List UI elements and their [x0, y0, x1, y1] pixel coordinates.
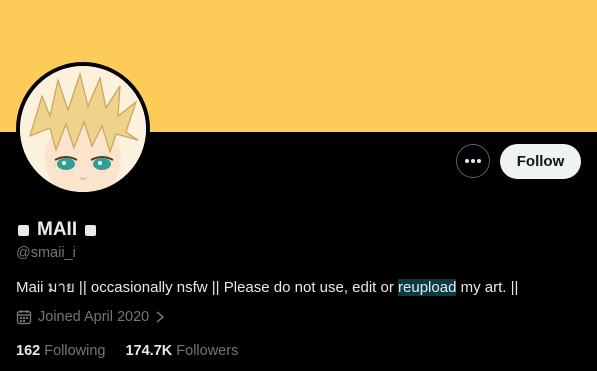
more-options-button[interactable]: [456, 144, 490, 178]
chevron-right-icon: [156, 311, 165, 323]
user-handle: @smaii_i: [16, 245, 76, 261]
following-link[interactable]: 162 Following: [16, 343, 105, 359]
following-count: 162: [16, 343, 41, 359]
bio-text-end: my art. ||: [456, 279, 519, 296]
profile-bio: Maii มาย || occasionally nsfw || Please …: [16, 275, 518, 299]
joined-text: Joined April 2020: [38, 309, 150, 325]
followers-label: Followers: [176, 343, 239, 359]
more-dots-icon: [465, 159, 481, 163]
avatar[interactable]: [16, 62, 150, 196]
square-emoji-icon: [18, 224, 29, 236]
display-name: MAII: [18, 219, 97, 241]
follow-stats: 162 Following 174.7K Followers: [16, 343, 238, 359]
followers-count: 174.7K: [125, 343, 173, 359]
calendar-icon: [16, 310, 32, 325]
followers-link[interactable]: 174.7K Followers: [125, 343, 238, 359]
bio-highlight: reupload: [398, 279, 457, 296]
display-name-text: MAII: [37, 219, 78, 240]
bio-text-start: Maii มาย || occasionally nsfw || Please …: [16, 279, 399, 296]
square-emoji-icon: [85, 224, 97, 236]
following-label: Following: [44, 343, 106, 359]
joined-date[interactable]: Joined April 2020: [16, 309, 165, 325]
follow-button[interactable]: Follow: [500, 144, 581, 179]
